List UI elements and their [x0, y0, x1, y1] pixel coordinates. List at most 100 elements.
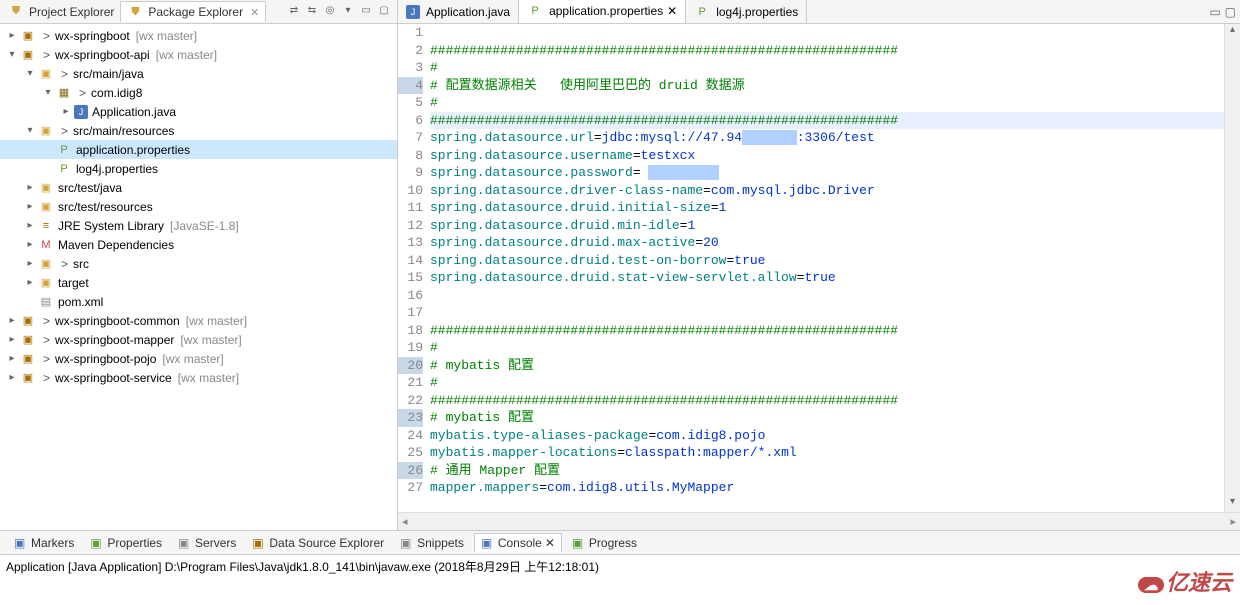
bottom-tab[interactable]: ▣Data Source Explorer	[246, 534, 390, 552]
expand-toggle-icon[interactable]: ▸	[24, 220, 36, 231]
tree-item[interactable]: ▸JApplication.java	[0, 102, 397, 121]
code-line[interactable]: spring.datasource.druid.test-on-borrow=t…	[430, 252, 1224, 270]
code-line[interactable]: ########################################…	[430, 322, 1224, 340]
horizontal-scrollbar[interactable]: ◂ ▸	[398, 512, 1240, 530]
tree-item[interactable]: Papplication.properties	[0, 140, 397, 159]
code-line[interactable]	[430, 287, 1224, 305]
bottom-tab[interactable]: ▣Snippets	[394, 534, 470, 552]
expand-toggle-icon[interactable]: ▸	[6, 30, 18, 41]
expand-toggle-icon[interactable]: ▾	[6, 49, 18, 60]
expand-toggle-icon[interactable]: ▸	[60, 106, 72, 117]
code-line[interactable]: #	[430, 374, 1224, 392]
explorer-tab-label: Project Explorer	[29, 5, 114, 19]
code-line[interactable]: spring.datasource.url=jdbc:mysql://47.94…	[430, 129, 1224, 147]
expand-toggle-icon[interactable]: ▸	[24, 258, 36, 269]
expand-toggle-icon[interactable]: ▾	[24, 68, 36, 79]
tree-item[interactable]: ▾▣>src/main/resources	[0, 121, 397, 140]
tree-item[interactable]: ▸▣target	[0, 273, 397, 292]
tree-item[interactable]: ▸▣src/test/resources	[0, 197, 397, 216]
code-line[interactable]: mybatis.type-aliases-package=com.idig8.p…	[430, 427, 1224, 445]
tree-item[interactable]: ▸▣>wx-springboot-pojo[wx master]	[0, 349, 397, 368]
tree-item[interactable]: ▾▦>com.idig8	[0, 83, 397, 102]
vertical-scrollbar[interactable]: ▴ ▾	[1224, 24, 1240, 512]
code-line[interactable]: #	[430, 59, 1224, 77]
maximize-icon[interactable]: ▢	[377, 5, 391, 19]
code-line[interactable]: spring.datasource.druid.max-active=20	[430, 234, 1224, 252]
link-editor-icon[interactable]: ⇆	[305, 5, 319, 19]
scroll-right-arrow-icon[interactable]: ▸	[1230, 515, 1236, 528]
tree-item[interactable]: ▤pom.xml	[0, 292, 397, 311]
code-line[interactable]: mybatis.mapper-locations=classpath:mappe…	[430, 444, 1224, 462]
maven-icon: M	[38, 237, 54, 253]
code-line[interactable]: # 配置数据源相关 使用阿里巴巴的 druid 数据源	[430, 77, 1224, 95]
minimize-editor-icon[interactable]: ▭	[1209, 5, 1220, 19]
scroll-down-arrow-icon[interactable]: ▾	[1225, 496, 1240, 512]
bottom-tab[interactable]: ▣Console✕	[474, 533, 562, 552]
expand-toggle-icon[interactable]: ▸	[24, 182, 36, 193]
code-line[interactable]	[430, 304, 1224, 322]
code-line[interactable]	[430, 24, 1224, 42]
close-icon[interactable]: ✕	[545, 536, 555, 550]
line-number: 7	[398, 129, 423, 147]
view-menu-icon[interactable]: ▾	[341, 5, 355, 19]
code-line[interactable]: # mybatis 配置	[430, 357, 1224, 375]
project-tree[interactable]: ▸▣>wx-springboot[wx master]▾▣>wx-springb…	[0, 24, 397, 530]
code-editor[interactable]: 1234567891011121314151617181920212223242…	[398, 24, 1240, 512]
expand-toggle-icon[interactable]: ▸	[6, 315, 18, 326]
focus-icon[interactable]: ◎	[323, 5, 337, 19]
tree-item[interactable]: ▸▣>wx-springboot-mapper[wx master]	[0, 330, 397, 349]
minimize-icon[interactable]: ▭	[359, 5, 373, 19]
code-line[interactable]: ########################################…	[430, 392, 1224, 410]
code-line[interactable]: spring.datasource.driver-class-name=com.…	[430, 182, 1224, 200]
expand-toggle-icon[interactable]: ▸	[6, 353, 18, 364]
code-line[interactable]: # mybatis 配置	[430, 409, 1224, 427]
editor-tab[interactable]: Papplication.properties✕	[519, 0, 686, 23]
code-line[interactable]: ########################################…	[430, 42, 1224, 60]
code-line[interactable]: # 通用 Mapper 配置	[430, 462, 1224, 480]
code-line[interactable]: spring.datasource.password= xxxxxxxxx	[430, 164, 1224, 182]
collapse-all-icon[interactable]: ⇄	[287, 5, 301, 19]
close-icon[interactable]: ✕	[250, 6, 259, 19]
tree-item[interactable]: Plog4j.properties	[0, 159, 397, 178]
code-line[interactable]: spring.datasource.username=testxcx	[430, 147, 1224, 165]
code-line[interactable]: #	[430, 94, 1224, 112]
line-number: 24	[398, 427, 423, 445]
code-line[interactable]: spring.datasource.druid.stat-view-servle…	[430, 269, 1224, 287]
code-line[interactable]: spring.datasource.druid.min-idle=1	[430, 217, 1224, 235]
expand-toggle-icon[interactable]: ▸	[24, 277, 36, 288]
code-line[interactable]: ########################################…	[430, 112, 1224, 130]
expand-toggle-icon[interactable]: ▸	[24, 239, 36, 250]
editor-tab[interactable]: JApplication.java	[398, 0, 519, 23]
line-number: 14	[398, 252, 423, 270]
close-icon[interactable]: ✕	[667, 4, 677, 18]
bottom-tab[interactable]: ▣Progress	[566, 534, 643, 552]
bottom-tab[interactable]: ▣Properties	[84, 534, 168, 552]
tree-item[interactable]: ▸▣>wx-springboot-common[wx master]	[0, 311, 397, 330]
bottom-tab[interactable]: ▣Markers	[8, 534, 80, 552]
tree-item-label: src/main/resources	[73, 124, 174, 138]
tree-item[interactable]: ▸▣>wx-springboot-service[wx master]	[0, 368, 397, 387]
expand-toggle-icon[interactable]: ▾	[42, 87, 54, 98]
bottom-tab[interactable]: ▣Servers	[172, 534, 242, 552]
code-line[interactable]: mapper.mappers=com.idig8.utils.MyMapper	[430, 479, 1224, 497]
explorer-tab[interactable]: ⛊Package Explorer✕	[120, 1, 266, 22]
expand-toggle-icon[interactable]: ▸	[6, 334, 18, 345]
expand-toggle-icon[interactable]: ▾	[24, 125, 36, 136]
expand-toggle-icon[interactable]: ▸	[24, 201, 36, 212]
scroll-left-arrow-icon[interactable]: ◂	[402, 515, 408, 528]
scroll-up-arrow-icon[interactable]: ▴	[1225, 24, 1240, 40]
tree-item[interactable]: ▸▣>src	[0, 254, 397, 273]
code-line[interactable]: spring.datasource.druid.initial-size=1	[430, 199, 1224, 217]
explorer-tab[interactable]: ⛊Project Explorer	[2, 1, 120, 22]
tree-item[interactable]: ▾▣>src/main/java	[0, 64, 397, 83]
tree-item[interactable]: ▸MMaven Dependencies	[0, 235, 397, 254]
code-line[interactable]: #	[430, 339, 1224, 357]
maximize-editor-icon[interactable]: ▢	[1225, 5, 1236, 19]
editor-tab[interactable]: Plog4j.properties	[686, 0, 807, 23]
tree-item[interactable]: ▸≡JRE System Library[JavaSE-1.8]	[0, 216, 397, 235]
tree-item[interactable]: ▸▣>wx-springboot[wx master]	[0, 26, 397, 45]
tree-item[interactable]: ▸▣src/test/java	[0, 178, 397, 197]
expand-toggle-icon[interactable]: ▸	[6, 372, 18, 383]
code-lines[interactable]: ########################################…	[428, 24, 1224, 497]
tree-item[interactable]: ▾▣>wx-springboot-api[wx master]	[0, 45, 397, 64]
